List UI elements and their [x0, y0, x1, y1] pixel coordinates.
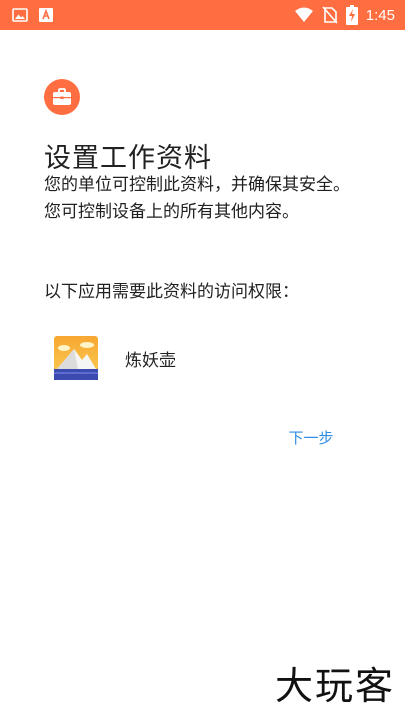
permission-label: 以下应用需要此资料的访问权限： — [44, 282, 299, 302]
work-profile-badge — [44, 79, 80, 115]
app-name: 炼妖壶 — [125, 350, 176, 371]
status-right-icons: 1:45 — [294, 5, 395, 25]
image-icon — [12, 7, 28, 23]
next-button[interactable]: 下一步 — [283, 424, 339, 450]
battery-charging-icon — [345, 5, 358, 25]
no-sim-icon — [322, 6, 338, 24]
description-text: 您的单位可控制此资料，并确保其安全。您可控制设备上的所有其他内容。 — [44, 175, 350, 222]
status-bar: 1:45 — [0, 0, 405, 30]
status-time: 1:45 — [365, 6, 395, 24]
app-icon — [54, 336, 98, 380]
status-left-icons — [12, 7, 54, 23]
app-list-item: 炼妖壶 — [54, 335, 176, 381]
wifi-icon — [294, 6, 314, 24]
briefcase-icon — [52, 88, 72, 106]
text-icon — [38, 7, 54, 23]
watermark-logo: 大玩客 — [274, 664, 395, 708]
page-title: 设置工作资料 — [44, 143, 212, 174]
